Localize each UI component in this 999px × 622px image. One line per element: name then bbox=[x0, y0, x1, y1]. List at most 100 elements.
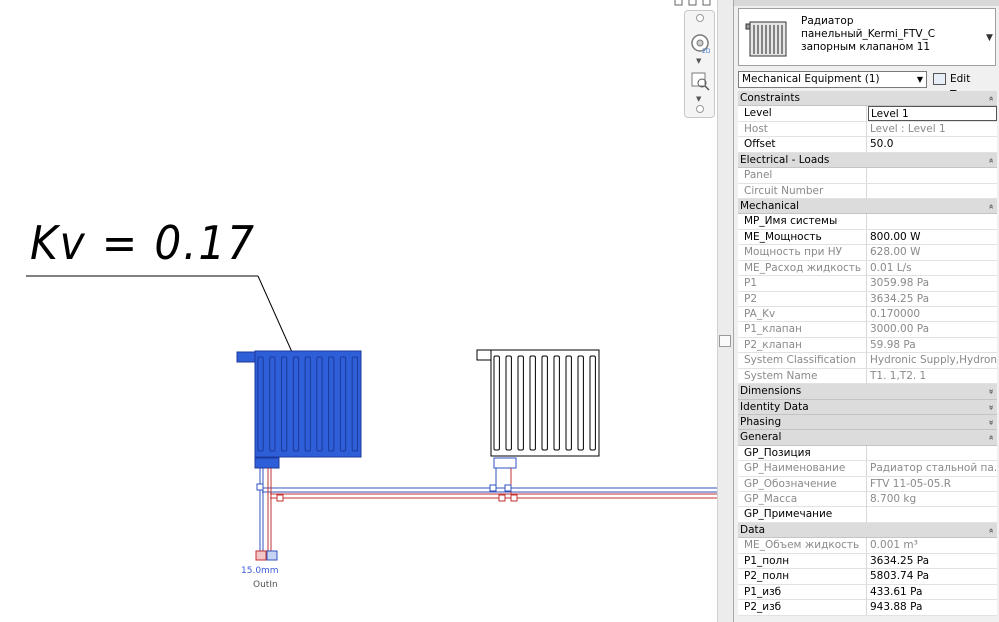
property-row[interactable]: System Classification Hydronic Supply,Hyd… bbox=[738, 353, 997, 369]
navbar-options-icon[interactable] bbox=[696, 105, 704, 113]
property-row[interactable]: P1_полн 3634.25 Pa bbox=[738, 553, 997, 570]
collapse-chevron-icon[interactable]: « bbox=[983, 204, 998, 210]
property-value bbox=[868, 184, 997, 199]
property-row[interactable]: P2_клапан 59.98 Pa bbox=[738, 337, 997, 354]
radiator-unselected[interactable] bbox=[476, 349, 600, 469]
property-name: P2_полн bbox=[738, 569, 867, 585]
properties-grid: Constraints « Level Level 1 Host Level : Leve… bbox=[738, 91, 997, 616]
property-name: System Name bbox=[738, 368, 867, 384]
property-value: 0.01 L/s bbox=[870, 261, 912, 274]
expand-chevron-icon[interactable]: » bbox=[983, 389, 998, 395]
property-row[interactable]: ME_Мощность 800.00 W bbox=[738, 229, 997, 246]
property-value[interactable]: 3634.25 Pa bbox=[868, 554, 997, 569]
category-filter-value: Mechanical Equipment (1) bbox=[742, 73, 880, 85]
property-row[interactable]: Offset 50.0 bbox=[738, 137, 997, 153]
property-row[interactable]: ME_Расход жидкость 0.01 L/s bbox=[738, 260, 997, 277]
expand-chevron-icon[interactable]: » bbox=[983, 420, 998, 426]
property-value: 0.001 m³ bbox=[870, 539, 918, 552]
property-name: PA_Kv bbox=[738, 306, 867, 322]
properties-titlebar[interactable] bbox=[734, 0, 999, 6]
navbar-close-icon[interactable] bbox=[696, 14, 704, 22]
steering-wheel-icon[interactable]: 2D bbox=[690, 33, 710, 53]
connector-markers[interactable] bbox=[255, 550, 278, 561]
property-row[interactable]: P2_полн 5803.74 Pa bbox=[738, 569, 997, 585]
property-value[interactable]: 800.00 W bbox=[868, 230, 997, 245]
collapse-chevron-icon[interactable]: « bbox=[983, 528, 998, 534]
property-name: Мощность при НУ bbox=[738, 245, 867, 261]
collapse-chevron-icon[interactable]: « bbox=[983, 435, 998, 441]
property-row[interactable]: System Name T1. 1,T2. 1 bbox=[738, 368, 997, 385]
edit-type-button[interactable]: Edit Type bbox=[931, 71, 997, 101]
property-name: ME_Объем жидкость bbox=[738, 538, 867, 554]
panel-splitter[interactable] bbox=[717, 0, 733, 622]
property-row[interactable]: Level Level 1 bbox=[738, 106, 997, 122]
section-header-mechanical[interactable]: Mechanical « bbox=[738, 198, 998, 215]
property-value[interactable] bbox=[868, 214, 997, 229]
property-value: Радиатор стальной па... bbox=[870, 462, 997, 475]
property-value: 0.170000 bbox=[870, 307, 921, 320]
expand-chevron-icon[interactable]: » bbox=[983, 404, 998, 410]
type-selector[interactable]: Радиатор панельный_Kermi_FTV_C запорным … bbox=[738, 8, 996, 66]
property-name: P2_клапан bbox=[738, 337, 867, 353]
section-header-dimensions[interactable]: Dimensions » bbox=[738, 384, 998, 400]
property-row[interactable]: P2_изб 943.88 Pa bbox=[738, 600, 997, 616]
section-header-general[interactable]: General « bbox=[738, 430, 998, 446]
section-header-electrical-loads[interactable]: Electrical - Loads « bbox=[738, 152, 998, 169]
property-value[interactable] bbox=[868, 507, 997, 522]
property-row[interactable]: P1_клапан 3000.00 Pa bbox=[738, 322, 997, 338]
property-row[interactable]: ME_Объем жидкость 0.001 m³ bbox=[738, 538, 997, 554]
property-row[interactable]: GP_Примечание bbox=[738, 507, 997, 523]
collapse-chevron-icon[interactable]: « bbox=[983, 157, 998, 163]
property-name: P1_полн bbox=[738, 553, 867, 569]
property-row[interactable]: GP_Масса 8.700 kg bbox=[738, 492, 997, 508]
navigation-bar[interactable]: 2D ▼ ▼ bbox=[684, 10, 715, 118]
property-value[interactable]: Level 1 bbox=[868, 106, 997, 122]
property-name: P1_клапан bbox=[738, 322, 867, 338]
drawing-canvas[interactable]: Kv = 0.17 15.0mm OutIn bbox=[0, 0, 717, 622]
edit-type-icon bbox=[933, 73, 946, 85]
chevron-down-icon[interactable]: ▼ bbox=[696, 57, 701, 65]
property-row[interactable]: GP_Позиция bbox=[738, 445, 997, 462]
property-name: GP_Примечание bbox=[738, 507, 867, 523]
property-row[interactable]: P1_изб 433.61 Pa bbox=[738, 584, 997, 601]
property-row[interactable]: PA_Kv 0.170000 bbox=[738, 306, 997, 323]
property-value: FTV 11-05-05.R bbox=[870, 477, 952, 490]
property-row[interactable]: Circuit Number bbox=[738, 183, 997, 199]
property-value[interactable]: 433.61 Pa bbox=[868, 585, 997, 600]
property-row[interactable]: Panel bbox=[738, 168, 997, 184]
section-header-data[interactable]: Data « bbox=[738, 522, 998, 539]
collapse-chevron-icon[interactable]: « bbox=[983, 96, 998, 102]
radiator-thumbnail-icon bbox=[745, 21, 787, 57]
section-header-phasing[interactable]: Phasing » bbox=[738, 414, 998, 431]
window-control-icons[interactable] bbox=[672, 0, 716, 8]
property-value[interactable]: 5803.74 Pa bbox=[868, 569, 997, 584]
chevron-down-icon[interactable]: ▼ bbox=[917, 72, 923, 87]
property-name: P2_изб bbox=[738, 600, 867, 616]
property-row[interactable]: GP_Обозначение FTV 11-05-05.R bbox=[738, 476, 997, 493]
category-filter-dropdown[interactable]: Mechanical Equipment (1) ▼ bbox=[738, 71, 927, 88]
supply-pipe[interactable] bbox=[259, 468, 717, 556]
radiator-selected[interactable] bbox=[236, 350, 362, 469]
property-value: T1. 1,T2. 1 bbox=[870, 369, 927, 382]
kv-annotation[interactable]: Kv = 0.17 bbox=[30, 216, 256, 270]
property-row[interactable]: P2 3634.25 Pa bbox=[738, 291, 997, 307]
property-value: 8.700 kg bbox=[870, 493, 917, 506]
property-row[interactable]: MP_Имя системы bbox=[738, 214, 997, 230]
connector-size-label: 15.0mm bbox=[241, 566, 279, 576]
property-row[interactable]: Host Level : Level 1 bbox=[738, 121, 997, 138]
property-value[interactable]: 943.88 Pa bbox=[868, 600, 997, 615]
property-value[interactable] bbox=[868, 446, 997, 461]
splitter-handle-icon[interactable] bbox=[719, 335, 731, 347]
chevron-down-icon[interactable]: ▼ bbox=[986, 33, 993, 43]
properties-panel: Радиатор панельный_Kermi_FTV_C запорным … bbox=[733, 0, 999, 622]
return-pipe[interactable] bbox=[267, 468, 717, 556]
chevron-down-icon[interactable]: ▼ bbox=[696, 95, 701, 103]
property-row[interactable]: Мощность при НУ 628.00 W bbox=[738, 245, 997, 261]
property-row[interactable]: P1 3059.98 Pa bbox=[738, 276, 997, 292]
zoom-region-icon[interactable] bbox=[690, 71, 710, 91]
section-header-identity-data[interactable]: Identity Data » bbox=[738, 399, 998, 415]
property-value[interactable]: 50.0 bbox=[868, 137, 997, 152]
property-row[interactable]: GP_Наименование Радиатор стальной па... bbox=[738, 461, 997, 477]
section-header-constraints[interactable]: Constraints « bbox=[738, 91, 998, 107]
type-name: Радиатор панельный_Kermi_FTV_C запорным … bbox=[801, 15, 936, 53]
